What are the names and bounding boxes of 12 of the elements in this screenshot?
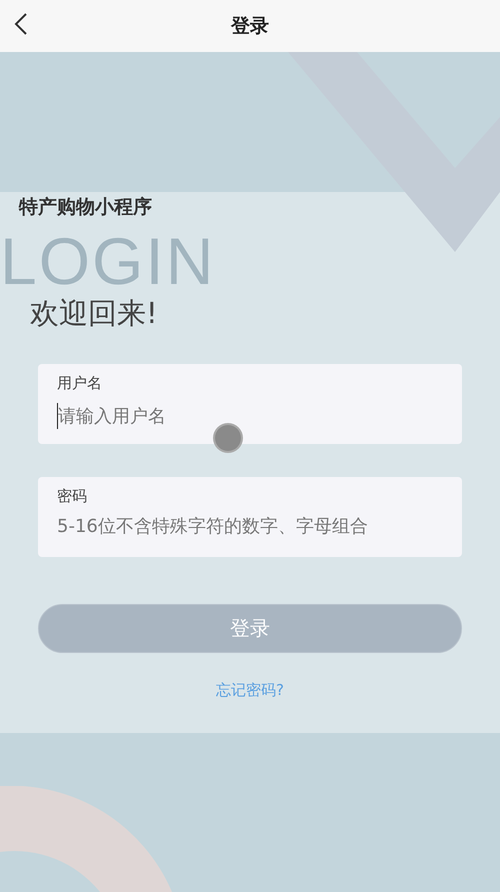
text-input[interactable]: 请输入用户名 <box>58 406 443 426</box>
page-title: 登录 <box>231 14 269 39</box>
welcome-heading: 欢迎回来! <box>30 295 158 332</box>
text-input[interactable]: 5-16位不含特殊字符的数字、字母组合 <box>57 516 443 537</box>
field-label: 密码 <box>57 487 87 506</box>
text-cursor <box>57 403 58 429</box>
backdrop-text: LOGIN <box>0 228 216 294</box>
forgot-password-link[interactable]: 忘记密码? <box>216 681 284 700</box>
app-name: 特产购物小程序 <box>19 195 152 220</box>
touch-indicator <box>215 425 241 451</box>
back-icon[interactable] <box>14 12 28 36</box>
field-label: 用户名 <box>57 374 102 393</box>
